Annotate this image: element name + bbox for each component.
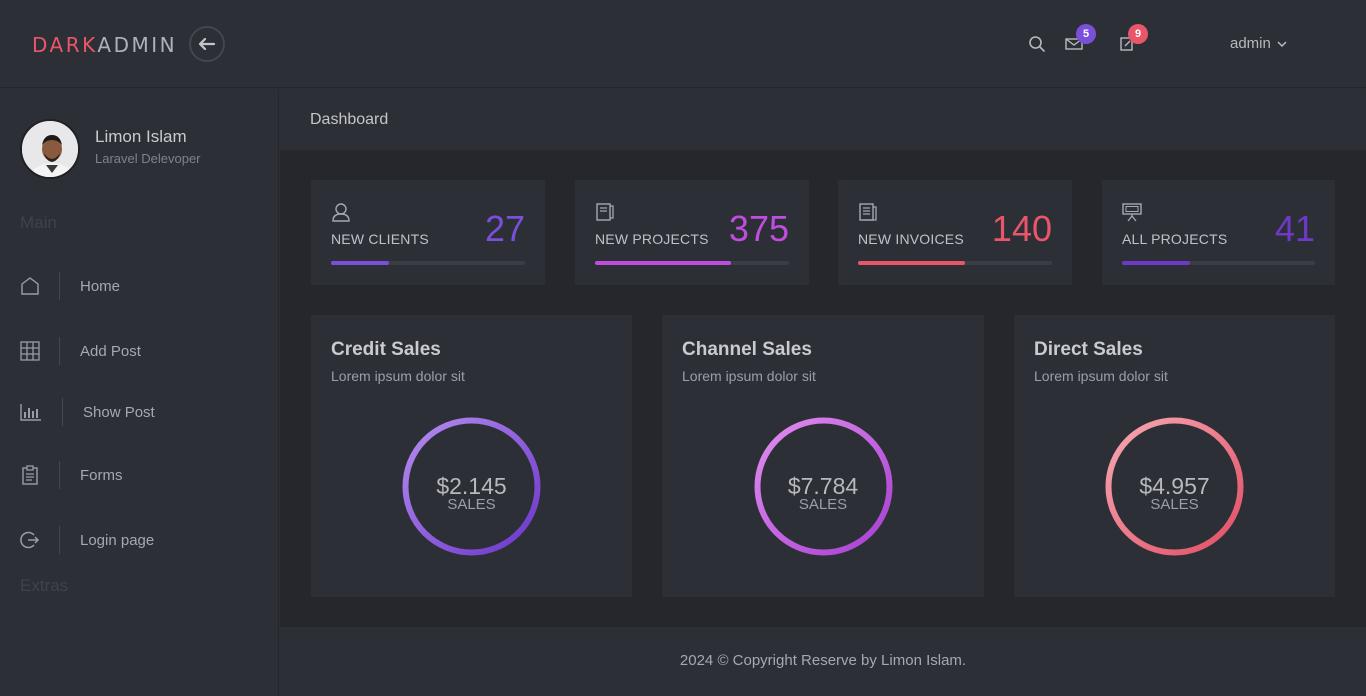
presentation-icon (1122, 202, 1144, 224)
sales-card-subtitle: Lorem ipsum dolor sit (682, 368, 816, 384)
sidebar-item-label: Add Post (80, 342, 141, 360)
clipboard-icon (19, 464, 41, 486)
stat-value: 140 (991, 208, 1052, 249)
separator (59, 461, 60, 489)
user-menu-label: admin (1230, 35, 1271, 52)
sales-card-title: Credit Sales (331, 339, 441, 360)
avatar (20, 119, 80, 179)
sales-label: SALES (447, 496, 496, 513)
stat-card-new-projects: NEW PROJECTS 375 (575, 180, 809, 285)
sales-card-title: Direct Sales (1034, 339, 1143, 360)
stat-value: 41 (1274, 208, 1315, 249)
sales-card-subtitle: Lorem ipsum dolor sit (1034, 368, 1168, 384)
sidebar-item-label: Forms (80, 466, 123, 484)
search-button[interactable] (1026, 33, 1048, 55)
separator (59, 272, 60, 300)
footer: 2024 © Copyright Reserve by Limon Islam. (280, 627, 1366, 696)
search-icon (1029, 36, 1045, 52)
sales-label: SALES (1150, 496, 1199, 513)
notes-badge: 9 (1128, 24, 1148, 44)
stat-progress-track (1122, 261, 1315, 265)
sidebar-item-add-post[interactable]: Add Post (0, 331, 279, 371)
stat-progress-track (331, 261, 525, 265)
notebook-icon (595, 202, 617, 224)
arrow-left-icon (198, 38, 216, 50)
sales-card-channel: Channel Sales Lorem ipsum dolor sit $7.7… (662, 315, 984, 597)
stat-label: NEW PROJECTS (595, 231, 709, 247)
stat-progress-fill (331, 261, 390, 265)
brand-part-dark: DARK (32, 33, 98, 57)
section-label-main: Main (20, 213, 57, 232)
chevron-down-icon (1277, 40, 1287, 47)
stat-label: ALL PROJECTS (1122, 231, 1228, 247)
footer-copyright: 2024 © Copyright Reserve by Limon Islam. (679, 652, 967, 669)
stat-progress-fill (595, 261, 731, 265)
logout-icon (19, 529, 41, 551)
sales-card-direct: Direct Sales Lorem ipsum dolor sit $4.95… (1014, 315, 1335, 597)
profile-name: Limon Islam (95, 127, 187, 146)
brand-part-admin: ADMIN (97, 33, 178, 57)
stat-progress-fill (1122, 261, 1190, 265)
brand-logo[interactable]: DARKADMIN (32, 33, 177, 57)
invoice-icon (858, 202, 880, 224)
stat-card-all-projects: ALL PROJECTS 41 (1102, 180, 1335, 285)
dashboard-content: NEW CLIENTS 27 NEW PROJECTS 375 NEW INVO… (280, 150, 1366, 627)
home-icon (19, 275, 41, 297)
sales-card-subtitle: Lorem ipsum dolor sit (331, 368, 465, 384)
sidebar-item-label: Show Post (83, 403, 155, 421)
user-menu[interactable]: admin (1230, 35, 1287, 52)
page-title: Dashboard (310, 111, 389, 128)
separator (62, 398, 63, 426)
stat-value: 27 (484, 208, 525, 249)
stat-progress-track (595, 261, 789, 265)
stat-progress-track (858, 261, 1052, 265)
top-bar: DARKADMIN 5 9 admin (0, 0, 1366, 88)
stat-card-new-clients: NEW CLIENTS 27 (311, 180, 545, 285)
sidebar-item-forms[interactable]: Forms (0, 455, 279, 495)
profile-role: Laravel Delevoper (95, 151, 201, 166)
separator (59, 526, 60, 554)
stat-value: 375 (728, 208, 789, 249)
sidebar-item-show-post[interactable]: Show Post (0, 392, 279, 432)
sidebar: Limon Islam Laravel Delevoper Main Home … (0, 89, 279, 696)
separator (59, 337, 60, 365)
user-icon (331, 202, 353, 224)
sidebar-toggle-button[interactable] (189, 26, 225, 62)
stat-label: NEW INVOICES (858, 231, 964, 247)
grid-icon (19, 340, 41, 362)
sidebar-item-home[interactable]: Home (0, 266, 279, 306)
sales-label: SALES (798, 496, 848, 513)
messages-badge: 5 (1076, 24, 1096, 44)
stat-card-new-invoices: NEW INVOICES 140 (838, 180, 1072, 285)
page-header: Dashboard (280, 89, 1366, 150)
sidebar-item-label: Login page (80, 531, 155, 549)
sidebar-item-label: Home (80, 277, 121, 295)
stat-label: NEW CLIENTS (331, 231, 429, 247)
section-label-extras: Extras (20, 576, 69, 595)
sidebar-item-login-page[interactable]: Login page (0, 520, 279, 560)
sales-card-credit: Credit Sales Lorem ipsum dolor sit $2.14… (311, 315, 632, 597)
bar-chart-icon (20, 401, 42, 423)
sales-card-title: Channel Sales (682, 339, 812, 360)
stat-progress-fill (858, 261, 965, 265)
